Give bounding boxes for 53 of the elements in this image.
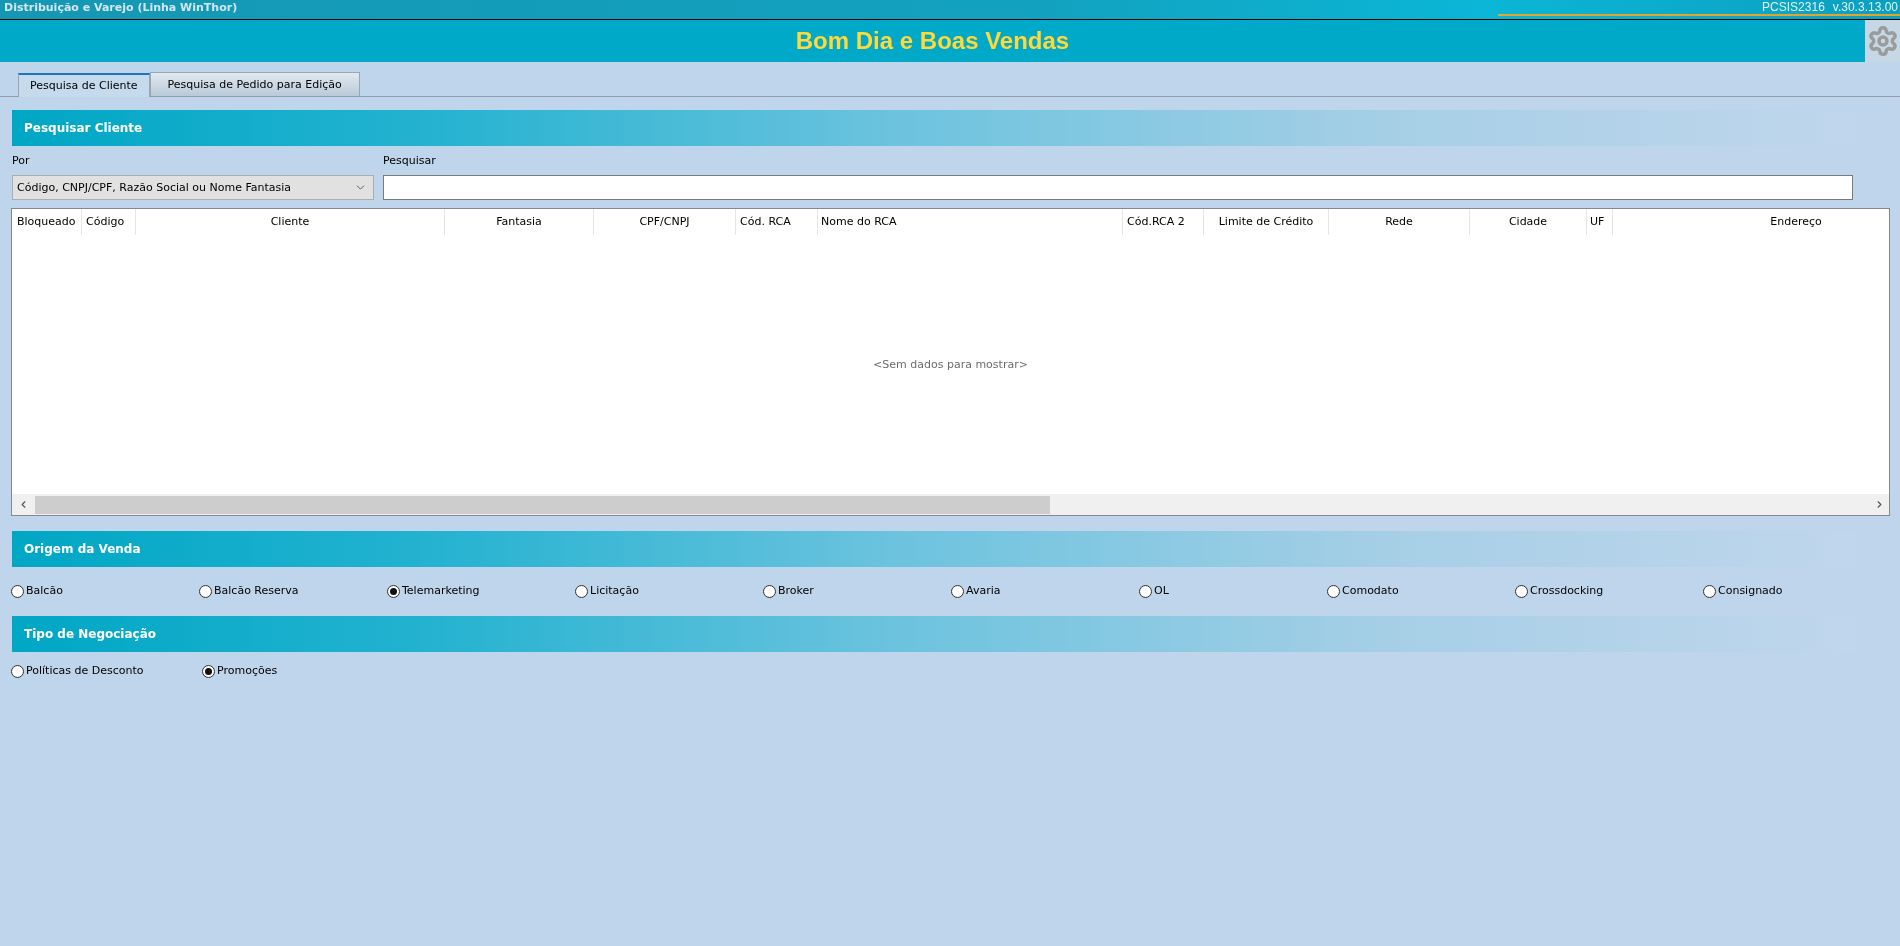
radio-icon[interactable] — [1515, 584, 1528, 598]
radio-icon[interactable] — [763, 584, 776, 598]
horizontal-scrollbar[interactable] — [12, 494, 1889, 515]
radio-option[interactable]: Telemarketing — [387, 584, 575, 598]
radio-option[interactable]: Consignado — [1703, 584, 1891, 598]
section-title: Pesquisar Cliente — [24, 121, 143, 135]
radio-icon[interactable] — [387, 584, 400, 598]
radio-icon[interactable] — [1139, 584, 1152, 598]
section-title: Origem da Venda — [24, 542, 141, 556]
radio-option[interactable]: Crossdocking — [1515, 584, 1703, 598]
radio-option[interactable]: Políticas de Desconto — [11, 664, 202, 678]
column-header[interactable]: Cód. RCA — [736, 209, 818, 235]
search-by-dropdown[interactable]: Código, CNPJ/CPF, Razão Social ou Nome Fantasia — [12, 175, 374, 200]
radio-icon[interactable] — [575, 584, 588, 598]
tab[interactable]: Pesquisa de Pedido para Edição — [149, 72, 360, 96]
window-title: Distribuição e Varejo (Linha WinThor) — [3, 0, 238, 15]
radio-icon[interactable] — [1703, 584, 1716, 598]
column-header[interactable]: CPF/CNPJ — [594, 209, 736, 235]
radio-option[interactable]: Broker — [763, 584, 951, 598]
section-title: Tipo de Negociação — [24, 627, 156, 641]
radio-icon[interactable] — [11, 584, 24, 598]
column-header[interactable]: Cód.RCA 2 — [1123, 209, 1204, 235]
radio-option[interactable]: OL — [1139, 584, 1327, 598]
banner-title: Bom Dia e Boas Vendas — [795, 27, 1070, 55]
radio-icon[interactable] — [199, 584, 212, 598]
radio-icon[interactable] — [202, 664, 215, 678]
radio-option[interactable]: Comodato — [1327, 584, 1515, 598]
column-header[interactable]: Cliente — [136, 209, 445, 235]
radio-option[interactable]: Promoções — [202, 664, 393, 678]
column-header[interactable]: Limite de Crédito — [1204, 209, 1329, 235]
radio-option[interactable]: Balcão — [11, 584, 199, 598]
empty-message: <Sem dados para mostrar> — [873, 357, 1028, 372]
column-header[interactable]: Código — [82, 209, 136, 235]
column-header[interactable]: Bloqueado — [12, 209, 82, 235]
column-header[interactable]: Fantasia — [445, 209, 594, 235]
column-header[interactable]: Nome do RCA — [818, 209, 1123, 235]
field-label: Por — [12, 154, 31, 168]
search-field[interactable] — [383, 175, 1853, 200]
column-header[interactable]: Endereço — [1613, 209, 1889, 235]
tab[interactable]: Pesquisa de Cliente — [18, 73, 150, 97]
column-header[interactable]: Rede — [1329, 209, 1470, 235]
radio-icon[interactable] — [11, 664, 24, 678]
column-header[interactable]: UF — [1587, 209, 1613, 235]
radio-option[interactable]: Licitação — [575, 584, 763, 598]
version-label: v.30.3.13.00 — [1832, 1, 1899, 13]
radio-icon[interactable] — [951, 584, 964, 598]
radio-option[interactable]: Avaria — [951, 584, 1139, 598]
scrollbar-thumb[interactable] — [35, 495, 1050, 514]
radio-icon[interactable] — [1327, 584, 1340, 598]
program-code: PCSIS2316 — [1762, 1, 1825, 13]
radio-option[interactable]: Balcão Reserva — [199, 584, 387, 598]
column-header[interactable]: Cidade — [1470, 209, 1587, 235]
field-label: Pesquisar — [383, 154, 437, 168]
